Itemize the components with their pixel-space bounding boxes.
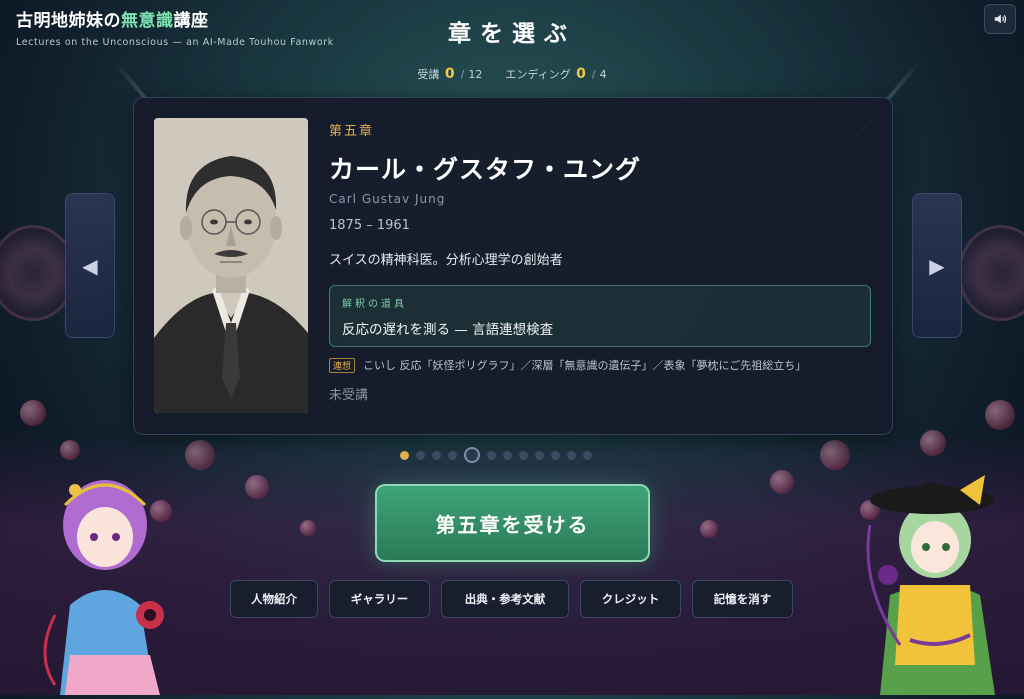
background-bubble bbox=[245, 475, 269, 499]
menu-gallery-button[interactable]: ギャラリー bbox=[329, 580, 430, 618]
pagination-dot[interactable] bbox=[503, 450, 512, 460]
pagination-dot[interactable] bbox=[551, 450, 560, 460]
person-description: スイスの精神科医。分析心理学の創始者 bbox=[329, 253, 563, 268]
endings-label: エンディング bbox=[505, 68, 571, 81]
pagination-dot[interactable] bbox=[519, 450, 528, 460]
association-row: 連想 こいし 反応「妖怪ポリグラフ」／深層「無意識の遺伝子」／表象「夢枕にご先祖… bbox=[329, 357, 872, 373]
background-bubble bbox=[300, 520, 316, 536]
menu-references-button[interactable]: 出典・参考文献 bbox=[441, 580, 569, 618]
menu-credits-button[interactable]: クレジット bbox=[580, 580, 681, 618]
tool-text: 反応の遅れを測る — 言語連想検査 bbox=[342, 322, 554, 338]
arrow-left-icon: ◀ bbox=[82, 253, 98, 278]
person-name-ja: カール・グスタフ・ユング bbox=[329, 155, 642, 184]
satori-character bbox=[20, 465, 190, 695]
chapter-number: 第五章 bbox=[329, 124, 375, 139]
arrow-right-icon: ▶ bbox=[929, 253, 945, 278]
background-bubble bbox=[20, 400, 46, 426]
progress-summary: 受講 0/12 エンディング 0/4 bbox=[0, 66, 1024, 82]
chapter-pagination bbox=[400, 447, 592, 463]
start-chapter-button[interactable]: 第五章を受ける bbox=[375, 484, 650, 562]
menu-erase-memory-button[interactable]: 記憶を消す bbox=[692, 580, 793, 618]
background-bubble bbox=[60, 440, 80, 460]
pagination-dot[interactable] bbox=[487, 450, 496, 460]
pagination-dot[interactable] bbox=[432, 450, 441, 460]
menu-characters-button[interactable]: 人物紹介 bbox=[230, 580, 318, 618]
attended-label: 受講 bbox=[417, 68, 440, 81]
background-eye-ornament bbox=[958, 225, 1024, 321]
background-bubble bbox=[770, 470, 794, 494]
pagination-dot[interactable] bbox=[448, 450, 457, 460]
page-title: 章を選ぶ bbox=[448, 21, 576, 47]
pagination-dot[interactable] bbox=[567, 450, 576, 460]
background-bubble bbox=[700, 520, 718, 538]
previous-chapter-button[interactable]: ◀ bbox=[65, 193, 115, 338]
pagination-dot[interactable] bbox=[535, 450, 544, 460]
koishi-character bbox=[860, 465, 1024, 695]
endings-count: 0 bbox=[576, 66, 586, 82]
association-tag: 連想 bbox=[329, 357, 356, 373]
endings-total: 4 bbox=[599, 68, 607, 81]
attended-count: 0 bbox=[444, 66, 455, 82]
association-text: こいし 反応「妖怪ポリグラフ」／深層「無意識の遺伝子」／表象「夢枕にご先祖総立ち… bbox=[363, 359, 807, 372]
background-bubble bbox=[820, 440, 850, 470]
interpretation-tool-box: 解釈の道具 反応の遅れを測る — 言語連想検査 bbox=[329, 285, 871, 347]
background-bubble bbox=[920, 430, 946, 456]
pagination-dot[interactable] bbox=[583, 450, 592, 460]
portrait-image bbox=[154, 118, 308, 413]
chapter-card: 第五章 カール・グスタフ・ユング Carl Gustav Jung 1875 –… bbox=[133, 97, 893, 435]
endings-separator: / bbox=[591, 68, 596, 81]
pagination-dot-current[interactable] bbox=[464, 447, 480, 463]
bottom-menu: 人物紹介 ギャラリー 出典・参考文献 クレジット 記憶を消す bbox=[230, 580, 793, 618]
attended-total: 12 bbox=[468, 68, 483, 81]
person-name-en: Carl Gustav Jung bbox=[329, 192, 446, 206]
tool-label: 解釈の道具 bbox=[342, 299, 407, 310]
pagination-dot[interactable] bbox=[416, 450, 425, 460]
person-years: 1875 – 1961 bbox=[329, 218, 410, 233]
chapter-details: 第五章 カール・グスタフ・ユング Carl Gustav Jung 1875 –… bbox=[329, 120, 872, 403]
attended-separator: / bbox=[460, 68, 465, 81]
background-bubble bbox=[985, 400, 1015, 430]
chapter-status: 未受講 bbox=[329, 388, 369, 403]
pagination-dot[interactable] bbox=[400, 450, 409, 460]
next-chapter-button[interactable]: ▶ bbox=[912, 193, 962, 338]
